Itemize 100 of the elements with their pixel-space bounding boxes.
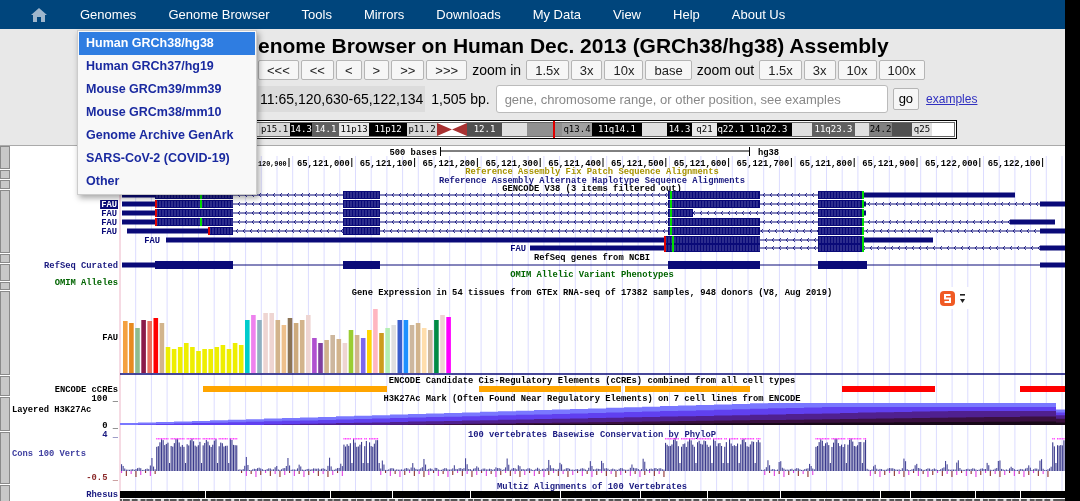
track-label[interactable]: Layered H3K27Ac <box>12 405 92 415</box>
nav-link[interactable]: View <box>613 4 641 25</box>
home-icon[interactable] <box>30 6 48 23</box>
nav-link[interactable]: Help <box>673 4 700 25</box>
menu-item[interactable]: Human GRCh37/hg19 <box>79 55 255 78</box>
menu-item[interactable]: SARS-CoV-2 (COVID-19) <box>79 147 255 170</box>
scale-label: 500 bases <box>389 148 437 158</box>
nav-link[interactable]: Mirrors <box>363 4 405 25</box>
track-label[interactable]: 0 _ <box>102 421 118 431</box>
zoom-in-button[interactable]: 1.5x <box>526 60 569 80</box>
track-label[interactable]: 100 _ <box>91 394 118 404</box>
track-title: OMIM Allelic Variant Phenotypes <box>510 270 674 280</box>
centromere-icon <box>437 123 467 136</box>
band-label: p11.2 <box>408 125 436 134</box>
ruler-label: 65,121,300 <box>485 159 539 169</box>
move-button[interactable]: >> <box>391 60 425 80</box>
move-button[interactable]: < <box>335 60 362 80</box>
gene-label[interactable]: FAU <box>101 227 117 237</box>
page-title: enome Browser on Human Dec. 2013 (GRCh38/hg38) Assembly <box>258 33 890 59</box>
ruler-label: 65,122,000 <box>925 159 978 169</box>
track-label[interactable]: ENCODE cCREs <box>54 385 118 395</box>
ruler-tick <box>665 157 667 168</box>
ruler-tick <box>414 157 416 168</box>
track-handles-drawing[interactable] <box>0 146 10 501</box>
zoom-out-button[interactable]: 10x <box>837 60 877 80</box>
ruler-tick <box>916 157 918 168</box>
band-label: 11p13 <box>340 125 368 134</box>
nav-link[interactable]: My Data <box>532 4 582 25</box>
ruler-tick <box>979 157 981 168</box>
track-label[interactable]: RefSeq Curated <box>44 261 118 271</box>
nav-link[interactable]: Genome Browser <box>168 4 270 25</box>
gene-label[interactable]: FAU <box>144 236 160 246</box>
position-display: 11:65,120,630-65,122,134 <box>258 86 426 112</box>
zoom-out-button[interactable]: 3x <box>803 60 836 80</box>
assembly-label: hg38 <box>758 148 780 158</box>
ruler-tick <box>790 157 792 168</box>
track-title: Multiz Alignments of 100 Vertebrates <box>497 482 687 492</box>
menu-item[interactable]: Genome Archive GenArk <box>79 124 255 147</box>
track-title: H3K27Ac Mark (Often Found Near Regulatory Elements) on 7 cell lines from ENCODE <box>383 394 801 404</box>
track-label[interactable]: OMIM Alleles <box>54 278 118 288</box>
ruler-label: 65,121,500 <box>611 159 664 169</box>
gene-label[interactable]: FAU <box>510 244 526 254</box>
move-button[interactable]: <<< <box>258 60 299 80</box>
ruler-label: 65,121,900 <box>862 159 915 169</box>
ruler-tick <box>476 157 478 168</box>
track-label[interactable]: Rhesus <box>86 490 118 500</box>
ruler-tick <box>351 157 353 168</box>
track-label[interactable]: 4 _ <box>102 430 118 440</box>
band-label: 12.1 <box>473 125 496 134</box>
track-title: RefSeq genes from NCBI <box>533 253 651 263</box>
ruler-label: 65,121,800 <box>799 159 853 169</box>
ruler-label: 65,121,200 <box>422 159 476 169</box>
size-label: 1,505 bp. <box>431 89 490 109</box>
zoom-in-button[interactable]: base <box>645 60 692 80</box>
zoom-out-button[interactable]: 1.5x <box>759 60 802 80</box>
band-label: q13.4 <box>563 125 591 134</box>
examples-link[interactable]: examples <box>926 90 978 108</box>
ruler-tick <box>1042 157 1044 168</box>
track-title: ENCODE Candidate Cis-Regulatory Elements (cCREs) combined from all cell types <box>388 376 796 386</box>
zoom-in-button[interactable]: 10x <box>604 60 644 80</box>
track-title: 100 vertebrates Basewise Conservation by PhyloP <box>467 430 717 440</box>
band-label: 14.3 <box>290 125 312 134</box>
move-button[interactable]: > <box>363 60 390 80</box>
zoom-out-label: zoom out <box>696 60 755 80</box>
band-label: q25 <box>913 125 931 134</box>
zoom-out-button[interactable]: 100x <box>878 60 925 80</box>
nav-link[interactable]: Tools <box>301 4 332 25</box>
gene-label[interactable]: FAU <box>101 209 117 219</box>
band-label: 11p12 <box>374 125 402 134</box>
nav-link[interactable]: About Us <box>731 4 786 25</box>
track-title: Gene Expression in 54 tissues from GTEx RNA-seq of 17382 samples, 948 donors (V8, Aug 2019) <box>351 288 833 298</box>
ruler-label: 65,122,100 <box>987 159 1041 169</box>
band-label: 11q14.1 <box>598 125 636 134</box>
ruler-label: 65,121,700 <box>736 159 790 169</box>
search-field[interactable]: gene, chromosome range, or other position, see examples <box>495 85 888 113</box>
menu-item[interactable]: Mouse GRCm38/mm10 <box>79 101 255 124</box>
gene-label[interactable]: FAU <box>101 200 117 210</box>
menu-item[interactable]: Mouse GRCm39/mm39 <box>79 78 255 101</box>
zoom-in-button[interactable]: 3x <box>570 60 603 80</box>
band-label: 14.1 <box>314 125 337 134</box>
gene-label[interactable]: FAU <box>101 218 117 228</box>
track-label[interactable]: FAU <box>102 333 118 343</box>
caret-icon[interactable] <box>959 292 966 304</box>
menu-item[interactable]: Other <box>79 170 255 193</box>
menu-item[interactable]: Human GRCh38/hg38 <box>79 32 255 55</box>
track-label[interactable]: Cons 100 Verts <box>12 449 86 459</box>
nav-link[interactable]: Downloads <box>436 4 501 25</box>
band-label: 11q22.3 <box>749 125 788 134</box>
move-button[interactable]: << <box>300 60 334 80</box>
ruler-tick <box>728 157 730 168</box>
band-label: 14.3 <box>668 125 691 134</box>
go-button[interactable]: go <box>892 88 920 110</box>
move-button[interactable]: >>> <box>426 60 468 80</box>
band-label: q22.1 <box>717 125 745 134</box>
nav-link[interactable]: Genomes <box>80 4 137 25</box>
ruler-tick <box>288 157 290 168</box>
track-title: Reference Assembly Fix Patch Sequence Alignments <box>465 167 719 177</box>
band-label: q21 <box>696 125 713 134</box>
track-label[interactable]: -0.5 _ <box>86 473 118 483</box>
ruler-label: 65,121,100 <box>359 159 413 169</box>
